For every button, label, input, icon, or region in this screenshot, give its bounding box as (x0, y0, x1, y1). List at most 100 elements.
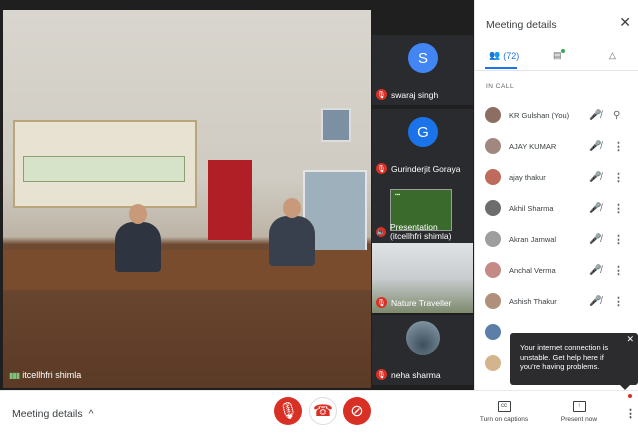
avatar: G (408, 117, 438, 147)
participant-name: KR Gulshan (You) (509, 110, 570, 120)
mic-off-icon: 🎤̸ (589, 140, 602, 152)
list-item[interactable]: AJAY KUMAR 🎤̸ ⋮ (475, 131, 638, 161)
tile-name: swaraj singh (391, 89, 439, 100)
main-speaker-name: itcellhfri shimla (22, 370, 82, 380)
close-icon[interactable]: ✕ (626, 334, 634, 345)
avatar (485, 324, 501, 340)
camera-toggle-button[interactable]: ⊘ (343, 397, 371, 425)
avatar (406, 321, 440, 355)
list-item[interactable]: KR Gulshan (You) 🎤̸ ⚲ (475, 100, 638, 130)
tile-label: 🎙 swaraj singh (376, 89, 438, 100)
mic-off-icon: 🎙 (376, 163, 387, 174)
unread-dot (560, 49, 565, 53)
more-options-icon[interactable]: ⋮ (613, 295, 624, 308)
avatar: S (408, 43, 438, 73)
main-speaker-label: ▮▮▮ itcellhfri shimla (9, 370, 81, 380)
avatar (485, 293, 501, 309)
pin-icon[interactable]: ⚲ (613, 110, 620, 121)
chat-icon: ▤ (553, 49, 565, 61)
end-call-button[interactable]: ☎ (309, 397, 337, 425)
more-options-icon[interactable]: ⋮ (613, 233, 624, 246)
mic-off-icon: 🎤̸ (589, 171, 602, 183)
tile-name: Presentation (itcellhfri shimla) (390, 223, 451, 241)
tile-swaraj-singh[interactable]: S 🎙 swaraj singh (372, 35, 473, 105)
video-stage: ▮▮▮ itcellhfri shimla S 🎙 swaraj singh G… (0, 0, 474, 390)
main-video-feed[interactable]: ▮▮▮ itcellhfri shimla (3, 10, 371, 388)
more-options-icon[interactable]: ⋮ (613, 171, 624, 184)
list-item[interactable]: Ashish Thakur 🎤̸ ⋮ (475, 286, 638, 316)
more-options-icon[interactable]: ⋮ (625, 407, 636, 420)
more-options-icon[interactable]: ⋮ (613, 264, 624, 277)
list-item[interactable]: ajay thakur 🎤̸ ⋮ (475, 162, 638, 192)
tile-name: neha sharma (391, 369, 441, 380)
conference-table (3, 250, 371, 290)
avatar (485, 231, 501, 247)
camera-off-icon: ⊘ (350, 403, 364, 420)
mic-off-icon: 🎙 (376, 89, 387, 100)
participant-name: ajay thakur (509, 172, 546, 182)
tile-name: Nature Traveller (391, 297, 452, 308)
notification-dot (628, 394, 632, 398)
wall-red-panel (208, 160, 252, 240)
person-figure (269, 216, 315, 266)
mic-off-icon: 🎙 (376, 369, 387, 380)
avatar (485, 107, 501, 123)
tile-label: 🎙 Gurinderjit Goraya (376, 163, 460, 174)
captions-label: Turn on captions (479, 416, 529, 423)
active-tab-indicator (485, 67, 517, 69)
person-head (129, 204, 147, 224)
person-figure (115, 222, 161, 272)
wall-picture (321, 108, 351, 142)
panel-tabs: 👥 (72) ▤ △ (475, 44, 638, 71)
mic-off-icon: 🎙 (376, 297, 387, 308)
list-item[interactable]: Akran Jamwal 🎤̸ ⋮ (475, 224, 638, 254)
participant-name: AJAY KUMAR (509, 141, 557, 151)
participant-name: Ashish Thakur (509, 296, 557, 306)
audio-level-icon: ▮▮▮ (9, 370, 20, 380)
list-item[interactable]: Anchal Verma 🎤̸ ⋮ (475, 255, 638, 285)
mic-off-icon: 🎤̸ (589, 202, 602, 214)
participant-name: Akran Jamwal (509, 234, 557, 244)
tab-people[interactable]: 👥 (72) (489, 50, 519, 61)
present-now-button[interactable]: ↑ Present now (557, 401, 601, 423)
participant-tiles: S 🎙 swaraj singh G 🎙 Gurinderjit Goraya … (372, 10, 473, 390)
hang-up-icon: ☎ (313, 403, 333, 420)
meet-app: ▮▮▮ itcellhfri shimla S 🎙 swaraj singh G… (0, 0, 638, 433)
mic-off-icon: 🎤̸ (589, 109, 602, 121)
list-item[interactable]: Akhil Sharma 🎤̸ ⋮ (475, 193, 638, 223)
more-options-icon[interactable]: ⋮ (613, 202, 624, 215)
tile-presentation[interactable]: ▪▪▪ 🔈 Presentation (itcellhfri shimla) (372, 177, 473, 247)
wall-sign (23, 156, 185, 182)
tile-neha-sharma[interactable]: 🎙 neha sharma (372, 315, 473, 385)
avatar (485, 138, 501, 154)
in-call-heading: IN CALL (486, 83, 515, 90)
chevron-up-icon: ^ (88, 408, 94, 420)
people-count: (72) (503, 50, 520, 61)
mic-off-icon: 🔈 (376, 227, 386, 237)
tile-gurinderjit-goraya[interactable]: G 🎙 Gurinderjit Goraya (372, 109, 473, 179)
tile-name: Gurinderjit Goraya (391, 163, 461, 174)
mic-toggle-button[interactable]: 🎙 (274, 397, 302, 425)
tab-activities[interactable]: △ (609, 50, 616, 61)
present-label: Present now (560, 416, 598, 423)
captions-icon: cc (497, 401, 511, 412)
more-options-icon[interactable]: ⋮ (613, 140, 624, 153)
mic-off-icon: 🎙 (277, 403, 299, 420)
meeting-details-label: Meeting details (12, 408, 83, 420)
bottom-control-bar: Meeting details ^ 🎙 ☎ ⊘ cc Turn on capti… (0, 390, 638, 433)
participant-name: Akhil Sharma (509, 203, 554, 213)
toast-text: Your internet connection is unstable. Ge… (520, 343, 609, 371)
tile-nature-traveller[interactable]: 🎙 Nature Traveller (372, 243, 473, 313)
captions-button[interactable]: cc Turn on captions (478, 401, 530, 423)
mic-off-icon: 🎤̸ (589, 264, 602, 276)
avatar (485, 262, 501, 278)
slide-text: ▪▪▪ (395, 192, 401, 198)
connection-warning-toast[interactable]: ✕ Your internet connection is unstable. … (510, 333, 638, 390)
tile-label: 🎙 neha sharma (376, 369, 441, 380)
tab-chat[interactable]: ▤ (553, 49, 565, 61)
meeting-details-button[interactable]: Meeting details ^ (12, 408, 94, 420)
people-icon: 👥 (489, 50, 501, 60)
mic-off-icon: 🎤̸ (589, 233, 602, 245)
mic-off-icon: 🎤̸ (589, 295, 602, 307)
close-icon[interactable]: ✕ (619, 14, 631, 31)
